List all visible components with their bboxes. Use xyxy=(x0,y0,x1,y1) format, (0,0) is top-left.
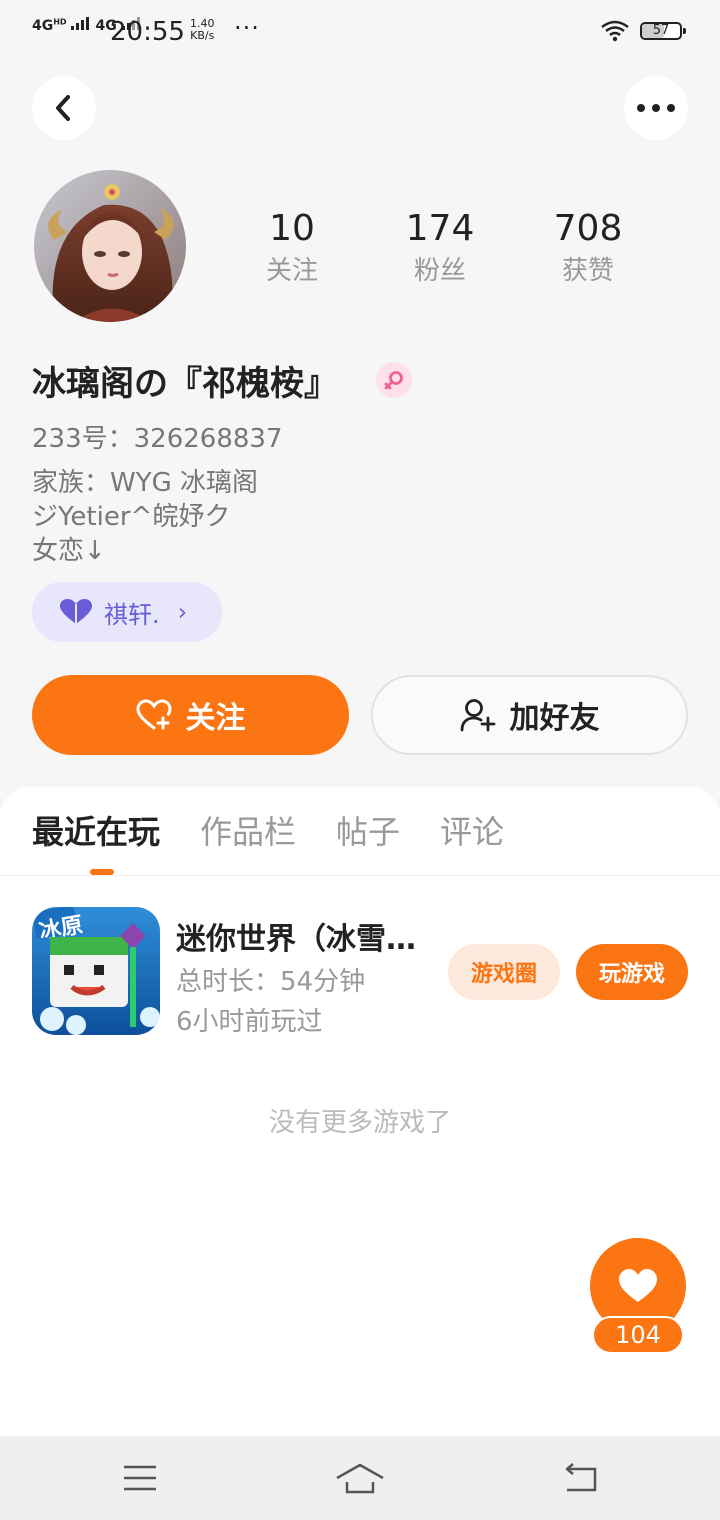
profile-name: 冰璃阁の『祁槐桉』 xyxy=(32,364,338,404)
battery-icon: 57 xyxy=(640,22,686,40)
network-speed: 1.40 KB/s xyxy=(190,18,215,42)
bio-line: ジYetier^皖妤ク xyxy=(32,502,231,532)
family-chip-label: 祺轩. xyxy=(104,600,160,629)
heart-plus-icon xyxy=(135,699,172,730)
family-chip[interactable]: 祺轩. › xyxy=(32,582,222,642)
divider xyxy=(0,875,720,876)
stat-likes-label: 获赞 xyxy=(561,256,614,286)
more-button[interactable] xyxy=(624,76,688,140)
wifi-icon xyxy=(601,20,629,42)
chevron-left-icon xyxy=(56,95,70,121)
game-duration: 总时长：54分钟 xyxy=(176,967,366,997)
notification-dots: ··· xyxy=(234,14,260,42)
female-icon xyxy=(384,371,403,390)
game-last-played: 6小时前玩过 xyxy=(176,1007,323,1037)
more-horizontal-icon xyxy=(637,104,675,112)
game-title[interactable]: 迷你世界（冰雪… xyxy=(176,914,416,958)
home-button[interactable] xyxy=(330,1454,390,1502)
signal-bars-icon xyxy=(71,16,90,30)
add-friend-button-label: 加好友 xyxy=(509,701,600,736)
add-friend-button[interactable]: 加好友 xyxy=(371,675,688,755)
bio-line: 女恋↓ xyxy=(32,536,106,566)
menu-icon xyxy=(124,1465,156,1491)
stat-following[interactable]: 10 关注 xyxy=(232,206,352,288)
network-1-sup: HD xyxy=(53,17,67,27)
tab-posts[interactable]: 帖子 xyxy=(336,808,400,856)
game-cover-image: 冰原 xyxy=(32,907,160,1035)
tab-works[interactable]: 作品栏 xyxy=(200,808,296,856)
stat-fans-value: 174 xyxy=(405,208,475,249)
network-1-label: 4G xyxy=(32,18,54,34)
game-icon[interactable]: 冰原 xyxy=(32,907,160,1035)
like-count: 104 xyxy=(592,1316,684,1354)
follow-button[interactable]: 关注 xyxy=(32,675,349,755)
avatar[interactable] xyxy=(34,170,186,322)
tab-comments[interactable]: 评论 xyxy=(440,808,504,856)
stat-fans[interactable]: 174 粉丝 xyxy=(380,206,500,288)
stat-likes[interactable]: 708 获赞 xyxy=(528,206,648,288)
avatar-portrait-image xyxy=(34,170,186,322)
game-circle-button[interactable]: 游戏圈 xyxy=(448,944,560,1000)
play-game-button[interactable]: 玩游戏 xyxy=(576,944,688,1000)
heart-icon xyxy=(619,1269,657,1302)
follow-button-label: 关注 xyxy=(185,701,246,736)
network-speed-unit: KB/s xyxy=(190,29,215,42)
add-user-icon xyxy=(460,699,495,732)
chevron-right-icon: › xyxy=(177,598,188,626)
menu-button[interactable] xyxy=(110,1454,170,1502)
gender-badge xyxy=(376,362,412,398)
battery-level: 57 xyxy=(652,23,670,38)
clock: 20:55 xyxy=(110,17,185,47)
home-icon xyxy=(336,1463,384,1494)
stat-following-label: 关注 xyxy=(265,256,318,286)
bio-line: 家族：WYG 冰璃阁 xyxy=(32,468,259,498)
user-id: 233号：326268837 xyxy=(32,424,283,454)
status-bar: 4GHD 4G 20:55 1.40 KB/s ··· 57 xyxy=(0,0,720,64)
tab-bar: 最近在玩 作品栏 帖子 评论 xyxy=(32,808,504,856)
tab-recent-played[interactable]: 最近在玩 xyxy=(32,808,160,856)
bio: 家族：WYG 冰璃阁 ジYetier^皖妤ク 女恋↓ xyxy=(32,466,258,568)
empty-message: 没有更多游戏了 xyxy=(268,1108,451,1138)
heart-icon xyxy=(60,599,92,624)
nav-back-button[interactable] xyxy=(550,1454,610,1502)
stat-likes-value: 708 xyxy=(553,208,623,249)
back-arrow-icon xyxy=(565,1463,597,1492)
stat-fans-label: 粉丝 xyxy=(413,256,466,286)
stat-following-value: 10 xyxy=(269,208,315,249)
back-button[interactable] xyxy=(32,76,96,140)
